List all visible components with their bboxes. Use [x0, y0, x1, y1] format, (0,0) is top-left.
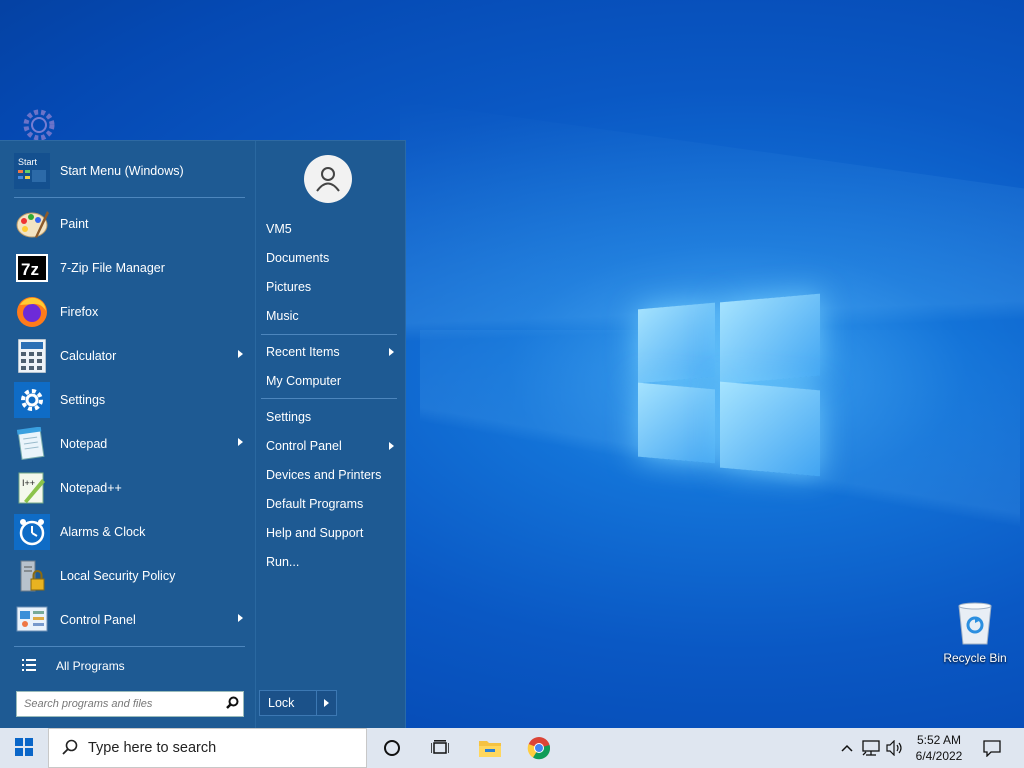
- user-folder-link[interactable]: VM5: [266, 216, 396, 242]
- search-icon[interactable]: [226, 696, 239, 712]
- svg-text:Start: Start: [18, 157, 38, 167]
- network-icon[interactable]: [861, 728, 881, 768]
- all-programs-label: All Programs: [56, 659, 125, 673]
- app-label: Settings: [60, 393, 106, 407]
- user-avatar-icon[interactable]: [304, 155, 352, 203]
- svg-text:I++: I++: [22, 478, 35, 488]
- lock-options-arrow-icon[interactable]: [324, 699, 329, 707]
- taskbar-search-box[interactable]: Type here to search: [48, 728, 367, 768]
- program-search-box[interactable]: [16, 691, 244, 717]
- paint-icon: [14, 206, 50, 242]
- app-item-calculator[interactable]: Calculator: [8, 334, 253, 378]
- run-link[interactable]: Run...: [266, 549, 396, 575]
- default-programs-link[interactable]: Default Programs: [266, 491, 396, 517]
- app-item-settings[interactable]: Settings: [8, 378, 253, 422]
- help-support-link[interactable]: Help and Support: [266, 520, 396, 546]
- task-view-icon[interactable]: [416, 728, 464, 768]
- firefox-icon: [14, 294, 50, 330]
- notepad-icon: [14, 426, 50, 462]
- divider: [261, 334, 397, 335]
- alarm-clock-icon: [14, 514, 50, 550]
- submenu-arrow-icon: [389, 348, 394, 356]
- start-button[interactable]: [0, 728, 48, 768]
- cortana-icon[interactable]: [368, 728, 416, 768]
- recycle-bin-label: Recycle Bin: [943, 651, 1007, 665]
- control-panel-label: Control Panel: [266, 439, 342, 453]
- notepadpp-icon: I++: [14, 470, 50, 506]
- pictures-link[interactable]: Pictures: [266, 274, 396, 300]
- app-label: Local Security Policy: [60, 569, 176, 583]
- start-menu-right-panel: VM5 Documents Pictures Music Recent Item…: [255, 141, 404, 729]
- settings-gear-icon: [14, 382, 50, 418]
- app-item-firefox[interactable]: Firefox: [8, 290, 253, 334]
- my-computer-link[interactable]: My Computer: [266, 368, 396, 394]
- app-item-local-security-policy[interactable]: Local Security Policy: [8, 554, 253, 598]
- settings-link[interactable]: Settings: [266, 404, 396, 430]
- app-item-alarms-clock[interactable]: Alarms & Clock: [8, 510, 253, 554]
- start-menu: Start Start Menu (Windows) Paint 7z 7-Zi…: [0, 140, 406, 729]
- app-label: Firefox: [60, 305, 99, 319]
- app-label: Notepad: [60, 437, 108, 451]
- search-icon: [62, 739, 78, 758]
- submenu-arrow-icon: [389, 442, 394, 450]
- clock-date: 6/4/2022: [915, 749, 963, 763]
- volume-icon[interactable]: [884, 728, 906, 768]
- app-label: Calculator: [60, 349, 117, 363]
- submenu-arrow-icon: [238, 614, 243, 622]
- windows-wallpaper-logo: [636, 290, 822, 480]
- action-center-notification-icon[interactable]: [978, 728, 1006, 768]
- recent-items-link[interactable]: Recent Items: [266, 339, 396, 365]
- app-item-7zip[interactable]: 7z 7-Zip File Manager: [8, 246, 253, 290]
- chrome-icon[interactable]: [515, 728, 563, 768]
- taskbar-clock[interactable]: 5:52 AM 6/4/2022: [906, 732, 972, 764]
- all-programs-button[interactable]: All Programs: [8, 651, 253, 681]
- divider: [14, 197, 245, 198]
- start-menu-programs: Start Start Menu (Windows) Paint 7z 7-Zi…: [8, 149, 253, 681]
- taskbar-search-placeholder: Type here to search: [88, 740, 217, 756]
- app-item-control-panel[interactable]: Control Panel: [8, 598, 253, 642]
- calculator-icon: [14, 338, 50, 374]
- app-item-notepad[interactable]: Notepad: [8, 422, 253, 466]
- desktop-gear-icon[interactable]: [16, 105, 62, 145]
- documents-link[interactable]: Documents: [266, 245, 396, 271]
- app-label: 7-Zip File Manager: [60, 261, 165, 275]
- divider: [261, 398, 397, 399]
- security-policy-icon: [14, 558, 50, 594]
- app-label: Alarms & Clock: [60, 525, 146, 539]
- app-item-paint[interactable]: Paint: [8, 202, 253, 246]
- show-hidden-icons-chevron-icon[interactable]: [838, 728, 856, 768]
- divider: [316, 691, 317, 715]
- recent-items-label: Recent Items: [266, 345, 340, 359]
- start-menu-windows-label: Start Menu (Windows): [60, 164, 184, 178]
- clock-time: 5:52 AM: [916, 733, 962, 747]
- music-link[interactable]: Music: [266, 303, 396, 329]
- app-label: Paint: [60, 217, 89, 231]
- file-explorer-icon[interactable]: [466, 728, 514, 768]
- lock-button[interactable]: Lock: [259, 690, 337, 716]
- submenu-arrow-icon: [238, 350, 243, 358]
- control-panel-link[interactable]: Control Panel: [266, 433, 396, 459]
- app-item-notepadpp[interactable]: I++ Notepad++: [8, 466, 253, 510]
- lock-label: Lock: [268, 696, 295, 710]
- devices-printers-link[interactable]: Devices and Printers: [266, 462, 396, 488]
- list-icon: [22, 658, 36, 674]
- recycle-bin-icon: [938, 600, 1012, 649]
- divider: [14, 646, 245, 647]
- control-panel-icon: [14, 602, 50, 638]
- start-menu-windows-item[interactable]: Start Start Menu (Windows): [8, 149, 253, 193]
- windows-logo-icon: [15, 737, 33, 759]
- submenu-arrow-icon: [238, 438, 243, 446]
- taskbar: Type here to search 5:52 AM 6/4/2022: [0, 728, 1024, 768]
- app-label: Control Panel: [60, 613, 136, 627]
- svg-text:7z: 7z: [21, 260, 39, 279]
- app-label: Notepad++: [60, 481, 122, 495]
- program-search-input[interactable]: [22, 693, 216, 715]
- recycle-bin[interactable]: Recycle Bin: [938, 600, 1012, 665]
- 7zip-icon: 7z: [14, 250, 50, 286]
- start-menu-icon: Start: [14, 153, 50, 189]
